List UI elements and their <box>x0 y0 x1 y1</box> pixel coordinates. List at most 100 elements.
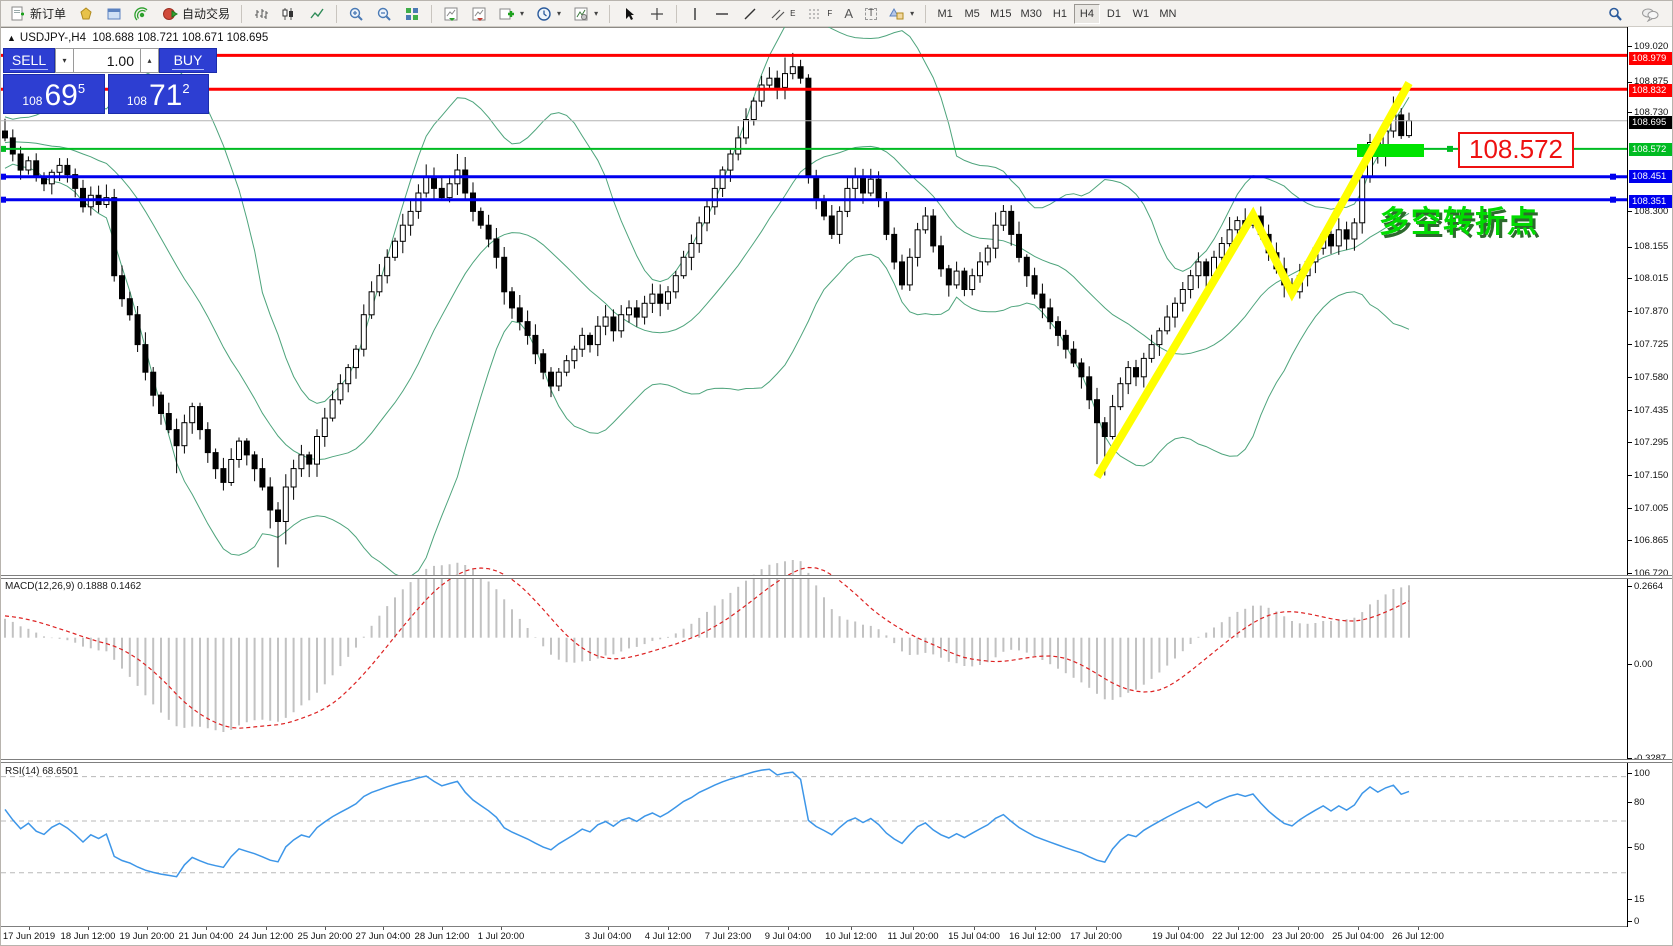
price-alert-button[interactable] <box>73 3 99 25</box>
chat-icon <box>1641 6 1659 22</box>
chat-button[interactable] <box>1636 3 1664 25</box>
timeframe-W1[interactable]: W1 <box>1128 4 1154 24</box>
volume-decrease-button[interactable]: ▾ <box>55 48 74 73</box>
strategy-tester-button[interactable] <box>129 3 155 25</box>
auto-trading-button[interactable]: 自动交易 <box>157 3 235 25</box>
horizontal-line-tool[interactable] <box>709 3 735 25</box>
candle-body <box>166 414 171 430</box>
data-window-icon <box>471 6 487 22</box>
price-badge-108.451: 108.451 <box>1629 170 1673 183</box>
search-button[interactable] <box>1602 3 1628 25</box>
buy-button[interactable]: BUY <box>159 48 217 73</box>
rsi-panel-divider[interactable] <box>1 759 1673 763</box>
time-tick <box>88 927 89 930</box>
shapes-tool[interactable]: ▾ <box>884 3 919 25</box>
candle-body <box>939 246 944 269</box>
time-label: 11 Jul 20:00 <box>887 931 938 942</box>
collapse-triangle-icon[interactable]: ▲ <box>7 33 16 43</box>
text-tool-icon: A <box>844 7 853 20</box>
candle-body <box>260 469 265 487</box>
time-axis[interactable]: 17 Jun 201918 Jun 12:0019 Jun 20:0021 Ju… <box>1 927 1627 946</box>
timeframe-M30[interactable]: M30 <box>1017 4 1046 24</box>
candle-body <box>120 276 125 299</box>
vertical-line-tool[interactable] <box>683 3 707 25</box>
sell-price[interactable]: 108695 <box>3 74 105 114</box>
templates-button[interactable]: ▾ <box>568 3 603 25</box>
bar-chart-button[interactable] <box>248 3 274 25</box>
candle-body <box>408 211 413 225</box>
signal-icon <box>134 6 150 22</box>
time-tick <box>788 927 789 930</box>
candle-body <box>190 407 195 423</box>
candle-body <box>556 372 561 386</box>
axis-tick-label: 107.580 <box>1634 372 1668 383</box>
volume-increase-button[interactable]: ▴ <box>140 48 159 73</box>
horizontal-line-icon <box>714 6 730 22</box>
timeframe-MN[interactable]: MN <box>1155 4 1181 24</box>
vertical-line-icon <box>688 6 702 22</box>
data-window-button[interactable] <box>466 3 492 25</box>
macd-panel-divider[interactable] <box>1 575 1673 579</box>
timeframe-M1[interactable]: M1 <box>932 4 958 24</box>
candle-body <box>1173 303 1178 317</box>
volume-input[interactable] <box>74 48 140 73</box>
terminal-window-button[interactable] <box>101 3 127 25</box>
candle-body <box>1407 121 1412 136</box>
candle-body <box>416 193 421 211</box>
text-tool[interactable]: A <box>839 3 858 25</box>
line-handle[interactable] <box>1 174 6 180</box>
timeframe-H4[interactable]: H4 <box>1074 4 1100 24</box>
chart-symbol: USDJPY-,H4 <box>20 32 86 44</box>
zoom-in-icon <box>348 6 364 22</box>
axis-tick-label: 0 <box>1634 916 1639 927</box>
timeframe-M15[interactable]: M15 <box>986 4 1015 24</box>
time-tick <box>501 927 502 930</box>
line-handle[interactable] <box>1610 197 1616 203</box>
fibonacci-tool[interactable]: F <box>802 3 837 25</box>
cursor-icon <box>621 6 637 22</box>
price-axis[interactable]: 109.020108.875108.730108.300108.155108.0… <box>1627 27 1673 927</box>
line-chart-button[interactable] <box>304 3 330 25</box>
toolbar-separator <box>336 5 337 23</box>
time-tick <box>1358 927 1359 930</box>
channel-icon <box>770 6 786 22</box>
price-level-flag[interactable]: 108.572 <box>1458 132 1574 168</box>
cursor-tool-button[interactable] <box>616 3 642 25</box>
timeframe-D1[interactable]: D1 <box>1101 4 1127 24</box>
candle-body <box>252 455 257 469</box>
timeframe-M5[interactable]: M5 <box>959 4 985 24</box>
template-icon <box>573 6 589 22</box>
tile-windows-button[interactable] <box>399 3 425 25</box>
periods-button[interactable]: ▾ <box>531 3 566 25</box>
buy-price[interactable]: 108712 <box>108 74 210 114</box>
zoom-out-button[interactable] <box>371 3 397 25</box>
crosshair-tool-button[interactable] <box>644 3 670 25</box>
time-label: 23 Jul 20:00 <box>1272 931 1324 942</box>
channel-tool[interactable]: E <box>765 3 800 25</box>
line-handle[interactable] <box>1 197 6 203</box>
new-order-button[interactable]: 新订单 <box>5 3 71 25</box>
sell-button[interactable]: SELL <box>3 48 55 73</box>
candlestick-chart-button[interactable] <box>276 3 302 25</box>
time-label: 3 Jul 04:00 <box>585 931 631 942</box>
fibonacci-letter: F <box>827 9 832 18</box>
auto-trading-icon <box>162 6 178 22</box>
candle-body <box>127 299 132 315</box>
yellow-trend-zigzag[interactable] <box>1097 83 1409 477</box>
line-handle[interactable] <box>1447 146 1453 152</box>
turning-point-annotation[interactable]: 多空转折点 <box>1379 197 1539 241</box>
candle-body <box>970 276 975 290</box>
toolbar-separator <box>676 5 677 23</box>
axis-tick-label: 107.725 <box>1634 339 1668 350</box>
zoom-in-button[interactable] <box>343 3 369 25</box>
line-handle[interactable] <box>1 146 6 152</box>
indicator-window-button[interactable] <box>438 3 464 25</box>
candle-body <box>658 294 663 303</box>
label-tool[interactable]: T <box>860 3 882 25</box>
price-chart-canvas[interactable] <box>1 27 1627 927</box>
add-indicator-button[interactable]: ▾ <box>494 3 529 25</box>
trendline-tool[interactable] <box>737 3 763 25</box>
candle-body <box>619 315 624 331</box>
line-handle[interactable] <box>1610 174 1616 180</box>
timeframe-H1[interactable]: H1 <box>1047 4 1073 24</box>
